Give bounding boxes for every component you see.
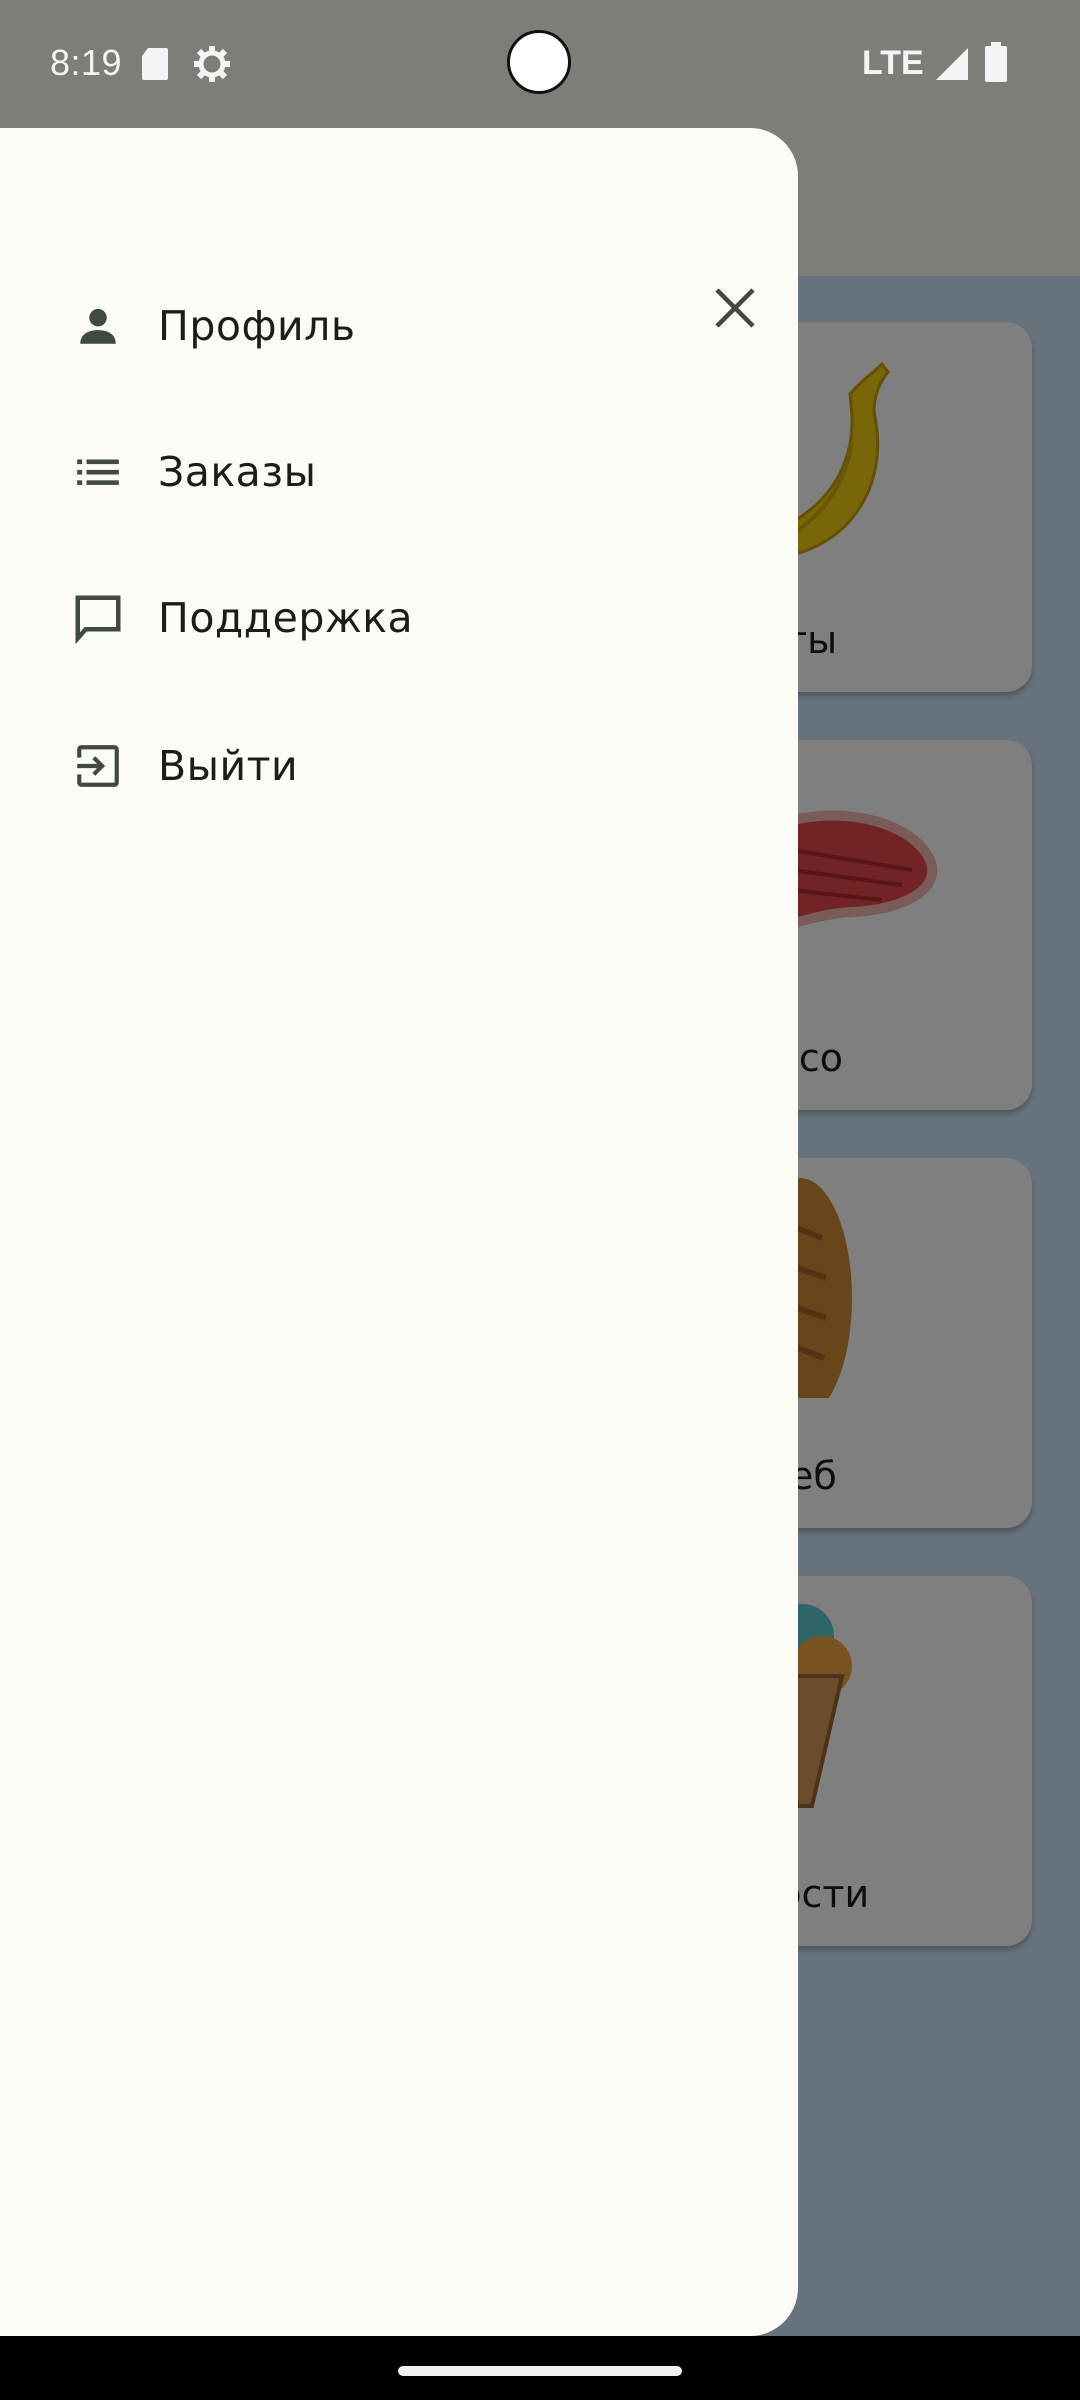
status-time: 8:19 — [50, 42, 123, 83]
front-camera — [507, 30, 571, 94]
menu-item-support[interactable]: Поддержка — [40, 558, 760, 678]
menu-item-profile[interactable]: Профиль — [40, 266, 760, 386]
menu-item-label: Выйти — [158, 742, 299, 790]
status-bar: 8:19 LTE — [0, 0, 1080, 128]
system-navigation-bar — [0, 2336, 1080, 2400]
menu-item-label: Поддержка — [158, 594, 414, 642]
menu-item-orders[interactable]: Заказы — [40, 412, 760, 532]
logout-icon — [77, 745, 119, 787]
screen: кты ясо еб — [0, 0, 1080, 2400]
menu-item-label: Профиль — [158, 302, 356, 350]
list-icon — [77, 459, 119, 485]
sd-card-icon — [142, 48, 168, 80]
menu-item-logout[interactable]: Выйти — [40, 706, 760, 826]
navigation-drawer: Профиль Заказы Поддержка Выйти — [0, 128, 798, 2336]
home-gesture-handle[interactable] — [398, 2366, 682, 2376]
settings-gear-icon — [194, 46, 230, 82]
person-icon — [80, 308, 116, 344]
battery-icon — [985, 42, 1007, 82]
network-type: LTE — [862, 44, 924, 82]
chat-icon — [75, 595, 121, 645]
menu-item-label: Заказы — [158, 448, 317, 496]
signal-icon — [936, 48, 968, 80]
